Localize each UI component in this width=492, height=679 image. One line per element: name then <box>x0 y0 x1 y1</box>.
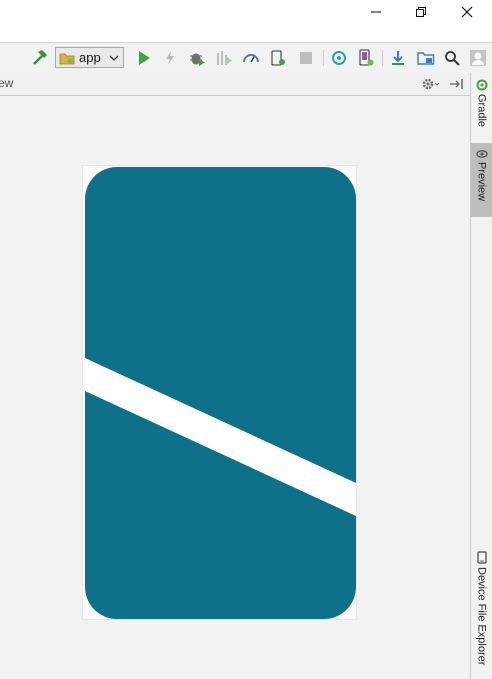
phone-icon <box>476 551 487 564</box>
phone-bug-icon <box>271 50 285 66</box>
toolbar-separator <box>323 50 324 66</box>
account-button[interactable] <box>468 48 488 68</box>
avd-manager-button[interactable] <box>356 48 376 68</box>
hide-panel-button[interactable] <box>449 76 465 95</box>
apply-changes-button[interactable] <box>160 48 180 68</box>
run-button[interactable] <box>134 48 154 68</box>
main-toolbar: app <box>0 42 492 74</box>
tab-gradle[interactable]: Gradle <box>471 79 492 139</box>
tab-preview-label: Preview <box>475 162 488 202</box>
attach-debugger-button[interactable] <box>268 48 288 68</box>
tab-preview[interactable]: Preview <box>471 143 492 217</box>
preview-header: ew <box>0 73 470 96</box>
run-configuration-select[interactable]: app <box>55 47 124 68</box>
sync-gradle-button[interactable] <box>329 48 349 68</box>
device-manager-icon <box>359 49 374 66</box>
lightning-icon <box>166 51 174 65</box>
avatar-icon <box>470 50 486 66</box>
make-project-button[interactable] <box>29 48 49 68</box>
folder-structure-icon <box>417 52 435 65</box>
profile-button[interactable] <box>241 48 261 68</box>
download-icon <box>392 51 404 65</box>
project-structure-button[interactable] <box>416 48 436 68</box>
preview-canvas <box>0 96 470 679</box>
window-title-bar <box>0 0 492 42</box>
tab-device-file-explorer[interactable]: Device File Explorer <box>471 551 492 679</box>
toolbar-separator <box>382 50 383 66</box>
drawable-preview <box>85 167 356 619</box>
run-icon <box>139 51 150 65</box>
tab-device-file-explorer-label: Device File Explorer <box>475 567 488 666</box>
stop-button[interactable] <box>296 48 316 68</box>
gear-icon <box>422 78 440 90</box>
chevron-down-icon <box>109 55 119 61</box>
eye-icon <box>475 150 488 158</box>
sync-icon <box>332 51 346 65</box>
stop-icon <box>300 52 312 64</box>
gauge-icon <box>243 54 259 63</box>
search-icon <box>445 51 460 66</box>
sdk-manager-button[interactable] <box>388 48 408 68</box>
minimize-icon <box>371 11 381 13</box>
bug-icon <box>190 53 205 66</box>
hide-panel-icon <box>450 79 463 89</box>
preview-header-title: ew <box>0 76 14 90</box>
hammer-icon <box>33 50 47 65</box>
settings-button[interactable] <box>421 76 441 95</box>
tab-gradle-label: Gradle <box>475 94 488 128</box>
run-configuration-label: app <box>79 50 101 65</box>
right-tool-window-bar: Gradle Preview Device File Explorer <box>470 73 492 679</box>
restore-icon <box>416 7 426 17</box>
minimize-button[interactable] <box>357 0 395 24</box>
restore-button[interactable] <box>402 0 440 24</box>
gradle-icon <box>476 79 487 91</box>
coverage-icon <box>217 51 232 65</box>
search-everywhere-button[interactable] <box>442 48 462 68</box>
android-folder-icon <box>59 53 75 64</box>
run-with-coverage-button[interactable] <box>214 48 234 68</box>
debug-button[interactable] <box>187 48 207 68</box>
close-button[interactable] <box>448 0 486 24</box>
drawable-preview-frame <box>82 165 357 620</box>
close-icon <box>461 6 473 18</box>
